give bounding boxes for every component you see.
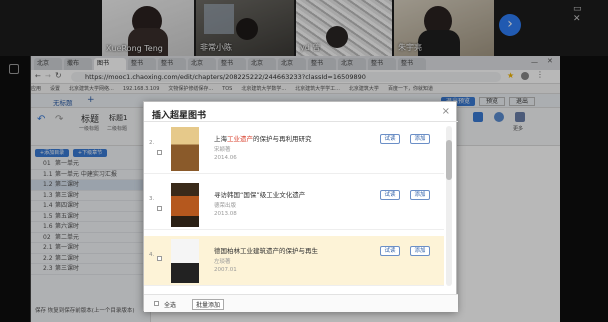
book-author: 宋颖著: [214, 147, 231, 153]
book-cover: [171, 127, 199, 171]
book-row: 3. 寻访韩国“国保”级工业文化遗产 德荣出版 2013.08 试读 添加: [144, 180, 444, 230]
close-icon[interactable]: ×: [442, 106, 450, 117]
dialog-footer: 全选 批量添加: [144, 294, 458, 312]
select-all-label[interactable]: 全选: [164, 300, 176, 309]
book-date: 2013.08: [214, 211, 237, 217]
book-row: 2. 上海工业遗产的保护与再利用研究 宋颖著 2014.06 试读 添加: [144, 124, 444, 174]
book-title[interactable]: 德国柏林工业建筑遗产的保护与再生: [214, 245, 318, 255]
select-all-checkbox[interactable]: [154, 301, 159, 306]
book-row-selected: 4. 德国柏林工业建筑遗产的保护与再生 左琰著 2007.01 试读 添加: [144, 236, 444, 286]
book-date: 2007.01: [214, 267, 237, 273]
preview-book-button[interactable]: 试读: [380, 246, 400, 256]
preview-book-button[interactable]: 试读: [380, 190, 400, 200]
dialog-scrollbar[interactable]: [446, 126, 452, 286]
book-checkbox[interactable]: [157, 256, 162, 261]
book-title[interactable]: 上海工业遗产的保护与再利用研究: [214, 133, 312, 143]
book-cover: [171, 239, 199, 283]
book-checkbox[interactable]: [157, 150, 162, 155]
scrollbar-thumb[interactable]: [446, 140, 452, 180]
book-author: 左琰著: [214, 259, 231, 265]
add-book-button[interactable]: 添加: [410, 246, 430, 256]
book-title[interactable]: 寻访韩国“国保”级工业文化遗产: [214, 189, 305, 199]
book-date: 2014.06: [214, 155, 237, 161]
preview-book-button[interactable]: 试读: [380, 134, 400, 144]
add-book-button[interactable]: 添加: [410, 134, 430, 144]
dialog-title: 插入超星图书: [152, 111, 207, 121]
book-cover: [171, 183, 199, 227]
add-book-button[interactable]: 添加: [410, 190, 430, 200]
book-author: 德荣出版: [214, 203, 237, 209]
book-checkbox[interactable]: [157, 206, 162, 211]
insert-book-dialog: 插入超星图书 × 2. 上海工业遗产的保护与再利用研究 宋颖著 2014.06 …: [143, 101, 458, 312]
dialog-header: 插入超星图书 ×: [144, 102, 458, 122]
batch-add-button[interactable]: 批量添加: [192, 299, 225, 310]
